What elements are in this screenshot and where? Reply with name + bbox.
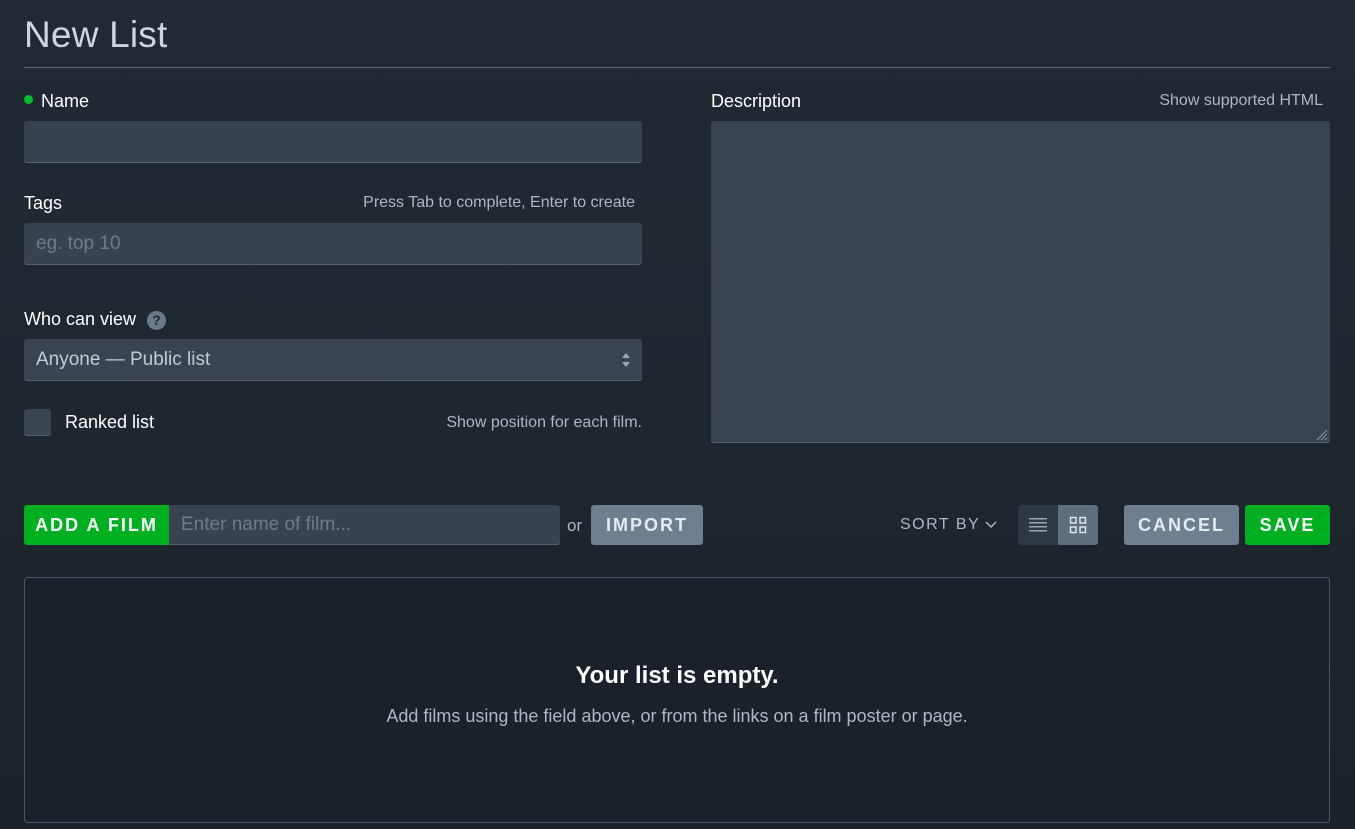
sort-by-menu[interactable]: SORT BY (900, 516, 997, 534)
empty-state-title: Your list is empty. (575, 662, 779, 689)
tags-label: Tags (24, 193, 63, 213)
name-label: Name (41, 91, 90, 111)
ranked-list-label[interactable]: Ranked list (65, 412, 154, 433)
resize-grip-icon[interactable] (1314, 427, 1328, 441)
ranked-list-hint: Show position for each film. (446, 414, 642, 431)
film-list-empty-state: Your list is empty. Add films using the … (24, 577, 1330, 823)
chevron-down-icon (985, 521, 997, 529)
grid-view-button[interactable] (1058, 505, 1098, 545)
ranked-list-checkbox[interactable] (24, 409, 51, 436)
grid-view-icon (1069, 516, 1087, 534)
show-supported-html-link[interactable]: Show supported HTML (1159, 92, 1323, 110)
name-input[interactable] (24, 121, 642, 163)
empty-state-text: Add films using the field above, or from… (386, 706, 968, 726)
visibility-label: Who can view (24, 309, 137, 329)
tags-hint: Press Tab to complete, Enter to create (363, 194, 635, 211)
list-view-button[interactable] (1018, 505, 1058, 545)
list-view-icon (1029, 518, 1047, 532)
description-textarea[interactable] (711, 121, 1330, 443)
title-divider (24, 67, 1330, 68)
film-name-input[interactable] (169, 505, 560, 545)
cancel-button[interactable]: Cancel (1124, 505, 1239, 545)
save-button[interactable]: Save (1245, 505, 1330, 545)
visibility-selected-value: Anyone — Public list (36, 349, 211, 370)
view-toggle (1018, 505, 1098, 545)
required-dot-icon (24, 95, 33, 104)
page-title: New List (24, 14, 168, 55)
description-label: Description (711, 91, 802, 111)
new-list-page: New List Name Tags Press Tab to complete… (0, 0, 1355, 829)
tags-input[interactable] (24, 223, 642, 265)
sort-by-label: SORT BY (900, 516, 981, 533)
import-button[interactable]: Import (591, 505, 703, 545)
select-arrows-icon (622, 353, 630, 367)
visibility-select[interactable]: Anyone — Public list (24, 339, 642, 381)
or-text: or (567, 516, 583, 535)
add-a-film-button[interactable]: Add a film (24, 505, 169, 545)
question-circle-icon[interactable]: ? (147, 311, 166, 330)
